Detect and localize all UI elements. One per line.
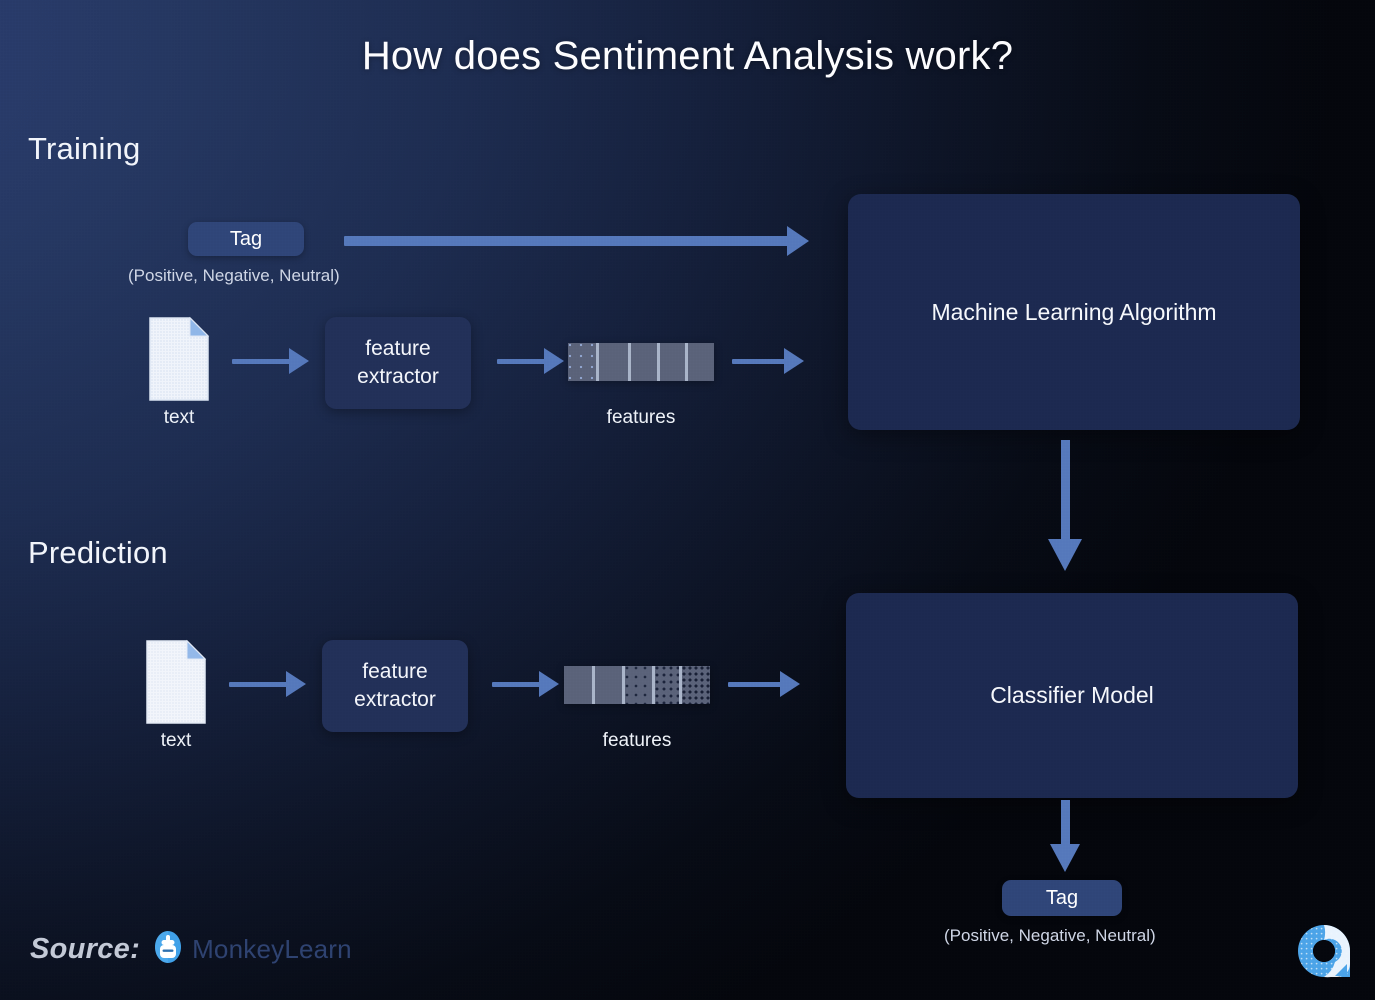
feature-cell bbox=[594, 666, 626, 704]
arrow-classifier-model-to-tag bbox=[1050, 800, 1080, 872]
feature-extractor-box-prediction[interactable]: feature extractor bbox=[322, 640, 468, 732]
classifier-model-box[interactable]: Classifier Model bbox=[846, 593, 1298, 798]
arrow-head bbox=[787, 226, 809, 256]
section-label-prediction: Prediction bbox=[28, 535, 168, 570]
feature-cell bbox=[682, 666, 710, 704]
arrow-shaft bbox=[728, 681, 781, 687]
arrow-text-to-feature-extractor-prediction bbox=[229, 671, 306, 697]
machine-learning-algorithm-box[interactable]: Machine Learning Algorithm bbox=[848, 194, 1300, 430]
feature-cell bbox=[568, 343, 599, 381]
feature-extractor-line1: feature bbox=[365, 337, 431, 361]
arrow-shaft bbox=[732, 358, 785, 364]
source-attribution: Source: MonkeyLearn bbox=[30, 930, 352, 969]
arrow-shaft bbox=[492, 681, 540, 687]
feature-extractor-line2: extractor bbox=[357, 365, 439, 388]
arrow-head bbox=[544, 348, 564, 374]
arrow-shaft bbox=[229, 681, 287, 687]
arrow-head bbox=[780, 671, 800, 697]
arrow-shaft bbox=[1060, 440, 1070, 540]
infographic-canvas: How does Sentiment Analysis work? Traini… bbox=[0, 0, 1375, 1000]
arrow-features-to-classifier-model bbox=[728, 671, 800, 697]
feature-cell bbox=[630, 343, 660, 381]
corner-logo-icon bbox=[1295, 922, 1353, 980]
arrow-feature-extractor-to-features-prediction bbox=[492, 671, 559, 697]
features-bar-training bbox=[568, 343, 714, 381]
feature-cell bbox=[659, 343, 688, 381]
document-label-training: text bbox=[163, 407, 195, 428]
arrow-head bbox=[289, 348, 309, 374]
arrow-features-to-ml-algorithm bbox=[732, 348, 804, 374]
arrow-shaft bbox=[1060, 800, 1070, 845]
tag-caption-prediction: (Positive, Negative, Neutral) bbox=[944, 926, 1156, 945]
feature-extractor-line1: feature bbox=[362, 660, 428, 684]
feature-extractor-line2: extractor bbox=[354, 688, 436, 711]
document-icon-training bbox=[148, 316, 210, 402]
feature-cell bbox=[564, 666, 595, 704]
document-icon-prediction bbox=[145, 639, 207, 725]
arrow-ml-algorithm-to-classifier-model bbox=[1048, 440, 1082, 571]
document-label-prediction: text bbox=[160, 730, 192, 751]
arrow-head bbox=[539, 671, 559, 697]
arrow-feature-extractor-to-features-training bbox=[497, 348, 564, 374]
feature-cell bbox=[654, 666, 683, 704]
arrow-shaft bbox=[344, 236, 788, 246]
arrow-head bbox=[286, 671, 306, 697]
arrow-head bbox=[1050, 844, 1080, 872]
section-label-training: Training bbox=[28, 131, 141, 166]
arrow-shaft bbox=[232, 358, 290, 364]
tag-caption-training: (Positive, Negative, Neutral) bbox=[128, 266, 340, 285]
page-title: How does Sentiment Analysis work? bbox=[361, 34, 1014, 78]
monkeylearn-logo-icon bbox=[153, 930, 183, 969]
features-bar-prediction bbox=[564, 666, 710, 704]
feature-cell bbox=[598, 343, 631, 381]
tag-pill-training[interactable]: Tag bbox=[188, 222, 304, 256]
source-label: Source: bbox=[30, 933, 141, 965]
tag-pill-prediction[interactable]: Tag bbox=[1002, 880, 1122, 916]
arrow-tag-to-ml-algorithm bbox=[344, 226, 809, 256]
brand-name: MonkeyLearn bbox=[192, 934, 352, 964]
arrow-text-to-feature-extractor-training bbox=[232, 348, 309, 374]
feature-cell bbox=[687, 343, 714, 381]
features-label-prediction: features bbox=[602, 730, 672, 751]
feature-cell bbox=[625, 666, 655, 704]
brand-row[interactable]: MonkeyLearn bbox=[153, 930, 352, 969]
arrow-shaft bbox=[497, 358, 545, 364]
arrow-head bbox=[784, 348, 804, 374]
feature-extractor-box-training[interactable]: feature extractor bbox=[325, 317, 471, 409]
features-label-training: features bbox=[606, 407, 676, 428]
arrow-head bbox=[1048, 539, 1082, 571]
